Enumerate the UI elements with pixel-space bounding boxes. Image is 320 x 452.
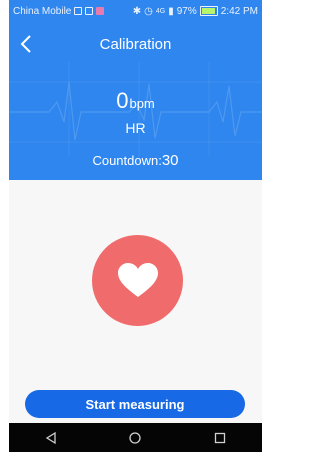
nav-recent-button[interactable] xyxy=(208,426,232,450)
countdown-value: 30 xyxy=(161,152,179,169)
status-bar: China Mobile ✱ ◷ 4G ▮ 97% 2:42 PM xyxy=(9,0,262,22)
notification-icon xyxy=(85,7,94,15)
page-title: Calibration xyxy=(99,36,172,53)
hr-label: HR xyxy=(125,120,146,136)
battery-percent: 97% xyxy=(176,5,197,17)
app-notification-icon xyxy=(96,7,105,15)
alarm-icon: ◷ xyxy=(144,5,153,17)
heart-button[interactable] xyxy=(92,235,183,326)
status-left: China Mobile xyxy=(13,5,105,17)
countdown-label: Countdown: xyxy=(92,153,162,168)
nav-back-button[interactable] xyxy=(39,426,63,450)
calibration-header: Calibration 0bpm HR Countdown:30 xyxy=(9,22,262,180)
status-right: ✱ ◷ 4G ▮ 97% 2:42 PM xyxy=(133,6,258,17)
triangle-back-icon xyxy=(45,431,56,444)
circle-home-icon xyxy=(129,431,142,444)
system-nav-bar xyxy=(9,423,262,452)
signal-icon: ▮ xyxy=(168,5,174,17)
sim-icon xyxy=(74,7,83,15)
bpm-value: 0 xyxy=(116,88,129,113)
bpm-unit: bpm xyxy=(129,96,155,111)
square-recent-icon xyxy=(214,432,225,443)
heart-icon xyxy=(117,262,158,297)
battery-icon xyxy=(199,6,218,16)
signal-text: 4G xyxy=(155,7,166,15)
phone-screen: China Mobile ✱ ◷ 4G ▮ 97% 2:42 PM Calibr… xyxy=(9,0,262,452)
bluetooth-icon: ✱ xyxy=(132,5,142,17)
clock-time: 2:42 PM xyxy=(220,5,258,17)
countdown: Countdown:30 xyxy=(9,152,262,169)
nav-home-button[interactable] xyxy=(123,426,147,450)
carrier-name: China Mobile xyxy=(13,5,72,17)
bpm-readout: 0bpm xyxy=(9,88,262,114)
start-measuring-button[interactable]: Start measuring xyxy=(25,390,245,418)
